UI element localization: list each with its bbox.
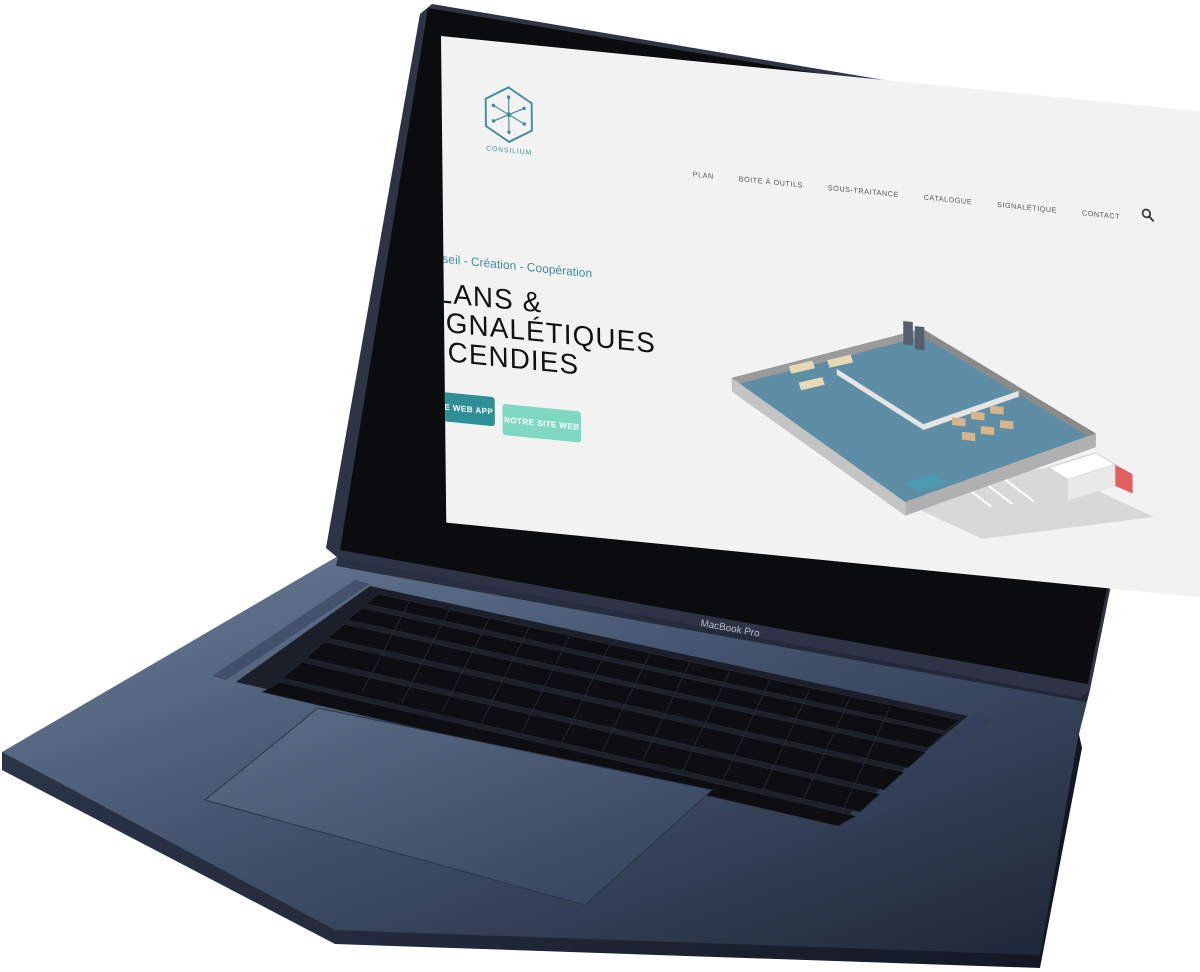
hero-headline: PLANS & SIGNALÉTIQUES INCENDIES — [441, 276, 656, 388]
nav-catalogue[interactable]: CATALOGUE — [924, 193, 972, 207]
search-button[interactable] — [1141, 207, 1158, 226]
website-button[interactable]: NOTRE SITE WEB — [502, 403, 582, 443]
search-icon — [1141, 208, 1155, 223]
website-screen: CONSILIUM PLAN BOITE À OUTILS SOUS-TRAIT… — [441, 36, 1200, 599]
web-app-button[interactable]: NOTRE WEB APP — [441, 389, 495, 427]
hexagon-network-logo-icon — [484, 86, 533, 144]
nav-contact[interactable]: CONTACT — [1082, 208, 1120, 221]
nav-boite-a-outils[interactable]: BOITE À OUTILS — [739, 174, 803, 189]
nav-plan[interactable]: PLAN — [693, 170, 714, 181]
site-logo[interactable]: CONSILIUM — [478, 80, 540, 157]
main-nav: PLAN BOITE À OUTILS SOUS-TRAITANCE CATAL… — [693, 170, 1120, 221]
hero-tagline: Conseil - Création - Coopération — [441, 249, 593, 281]
isometric-building-illustration — [731, 321, 1154, 539]
nav-signaletique[interactable]: SIGNALÉTIQUE — [997, 200, 1057, 215]
nav-sous-traitance[interactable]: SOUS-TRAITANCE — [828, 183, 899, 199]
